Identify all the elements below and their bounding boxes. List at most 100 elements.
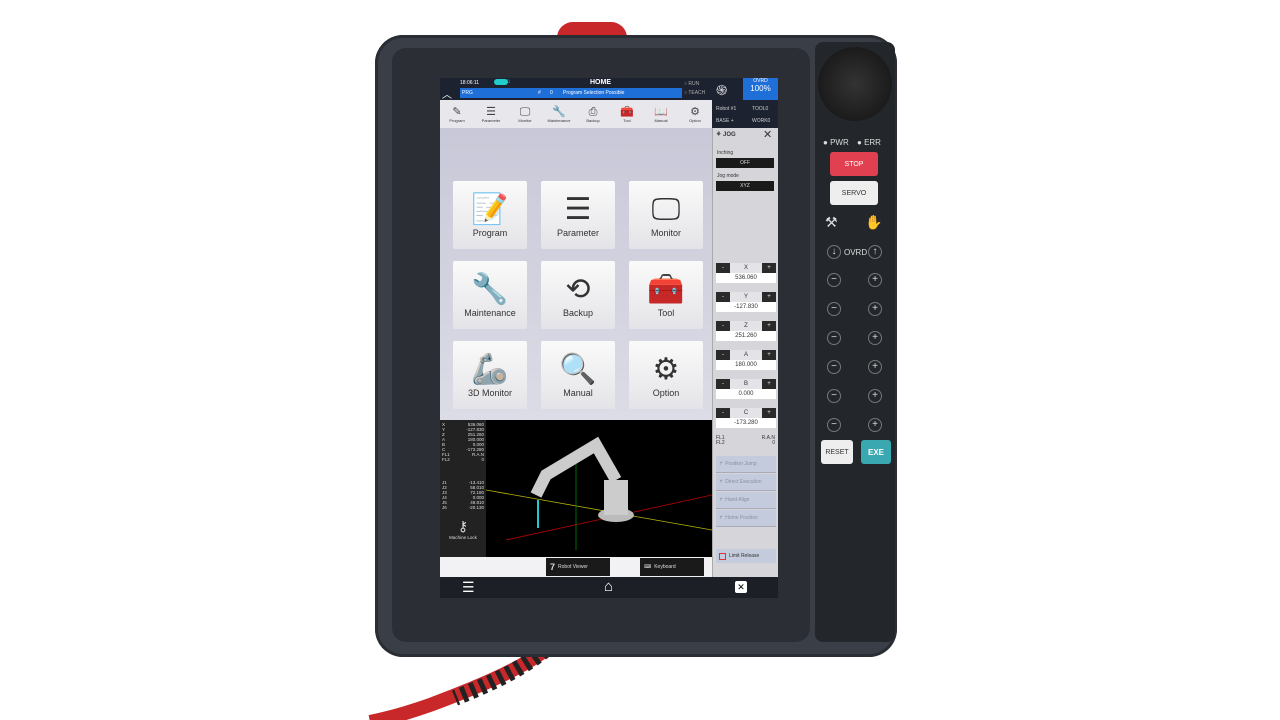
readout-name: J6	[442, 505, 447, 510]
minus-button[interactable]: -	[716, 350, 730, 360]
inching-select[interactable]: OFF	[716, 158, 774, 168]
limit-release-button[interactable]: Limit Release	[716, 549, 776, 563]
tile-backup[interactable]: ⟲ Backup	[541, 261, 615, 329]
position-jump-button[interactable]: ↱ Position Jump	[716, 456, 776, 473]
screen: ︿ 18:06:11 ⌂ HOME PRG # 0 Program Select…	[440, 78, 778, 598]
axis-plus-button[interactable]: +	[868, 302, 882, 316]
axis-name: B	[743, 381, 748, 387]
flag-values: R.A.N 0	[761, 435, 775, 446]
jog-mode-select[interactable]: XYZ	[716, 181, 774, 191]
axis-minus-button[interactable]: −	[827, 389, 841, 403]
toolbar-option[interactable]: ⚙ Option	[678, 100, 712, 128]
axis-minus-button[interactable]: −	[827, 302, 841, 316]
tile-label: 3D Monitor	[467, 388, 512, 398]
prg-label: PRG	[462, 90, 473, 96]
minus-button[interactable]: -	[716, 408, 730, 418]
key-icon[interactable]: ⚷	[442, 518, 484, 535]
teach-indicator: ○ TEACH	[684, 90, 706, 96]
axis-minus-button[interactable]: −	[827, 360, 841, 374]
axis-name: C	[743, 410, 749, 416]
axis-minus-button[interactable]: −	[827, 273, 841, 287]
plus-button[interactable]: +	[762, 408, 776, 418]
axis-c: - C + -173.280	[716, 408, 776, 428]
toolbar-maintenance[interactable]: 🔧 Maintenance	[542, 100, 576, 128]
tab-robot-viewer[interactable]: 7 Robot Viewer	[546, 558, 610, 576]
axis-z: - Z +251.260	[716, 321, 776, 341]
tool-select[interactable]: TOOL0	[752, 106, 768, 112]
collapse-icon[interactable]: ︿	[442, 86, 452, 101]
toolbar-manual[interactable]: 📖 Manual	[644, 100, 678, 128]
jog-action-icon: ↱	[719, 497, 724, 503]
jog-title: ⚘ JOG	[716, 132, 736, 138]
program-status-bar[interactable]: PRG # 0 Program Selection Possible	[460, 88, 682, 98]
toolbar-parameter[interactable]: ☰ Parameter	[474, 100, 508, 128]
tile-label: Parameter	[556, 228, 600, 238]
minus-button[interactable]: -	[716, 292, 730, 302]
machine-lock-label: Machine Lock	[449, 535, 477, 540]
jog-dial[interactable]	[818, 47, 892, 121]
axis-name: Y	[743, 294, 748, 300]
robot-3d-view[interactable]	[486, 420, 712, 557]
tile-maintenance[interactable]: 🔧 Maintenance	[453, 261, 527, 329]
robot-select[interactable]: Robot #1	[716, 106, 736, 112]
plus-button[interactable]: +	[762, 379, 776, 389]
axis-plus-button[interactable]: +	[868, 389, 882, 403]
plus-button[interactable]: +	[762, 321, 776, 331]
backspace-icon[interactable]: ✕	[735, 581, 747, 593]
hand-mode-icon[interactable]: ✋	[865, 214, 882, 231]
axis-minus-button[interactable]: −	[827, 418, 841, 432]
axis-minus-button[interactable]: −	[827, 331, 841, 345]
close-icon[interactable]: ✕	[763, 128, 772, 141]
exe-button[interactable]: EXE	[861, 440, 891, 464]
home-icon[interactable]: ⌂	[604, 578, 613, 595]
axis-header: - B +	[716, 379, 776, 389]
tile-monitor[interactable]: 🖵 Monitor	[629, 181, 703, 249]
minus-button[interactable]: -	[716, 263, 730, 273]
tile-3d-monitor[interactable]: 🦾 3D Monitor	[453, 341, 527, 409]
plus-button[interactable]: +	[762, 263, 776, 273]
hand-align-button[interactable]: ↱ Hand Align	[716, 492, 776, 509]
hash-label: #	[538, 90, 541, 96]
ovrd-up-button[interactable]: ↑	[868, 245, 882, 259]
minus-button[interactable]: -	[716, 321, 730, 331]
toolbar-monitor[interactable]: 🖵 Monitor	[508, 100, 542, 128]
tile-option[interactable]: ⚙ Option	[629, 341, 703, 409]
tile-tool[interactable]: 🧰 Tool	[629, 261, 703, 329]
readout-value: -20.130	[468, 505, 484, 510]
robot-mode-icon[interactable]: ⚒	[825, 214, 838, 231]
axis-plus-button[interactable]: +	[868, 331, 882, 345]
axis-value: -127.830	[716, 302, 776, 312]
home-position-button[interactable]: ↱ Home Position	[716, 510, 776, 527]
toolbar-backup[interactable]: ⎙ Backup	[576, 100, 610, 128]
tab-keyboard[interactable]: ⌨ Keyboard	[640, 558, 704, 576]
hardware-panel: ● PWR ● ERR STOP SERVO ⚒ ✋ ↓ OVRD ↑ RESE…	[815, 42, 895, 642]
inching-label: Inching	[717, 150, 734, 156]
work-select[interactable]: WORK0	[752, 118, 770, 124]
reset-button[interactable]: RESET	[821, 440, 853, 464]
tile-parameter[interactable]: ☰ Parameter	[541, 181, 615, 249]
axis-plus-button[interactable]: +	[868, 418, 882, 432]
servo-button[interactable]: SERVO	[830, 181, 878, 205]
axis-header: - X +	[716, 263, 776, 273]
program-icon: ✎	[452, 105, 462, 118]
err-indicator: ● ERR	[857, 138, 881, 147]
toolbar-program[interactable]: ✎ Program	[440, 100, 474, 128]
axis-y: - Y + -127.830	[716, 292, 776, 312]
axis-plus-button[interactable]: +	[868, 273, 882, 287]
ovrd-down-button[interactable]: ↓	[827, 245, 841, 259]
axis-plus-button[interactable]: +	[868, 360, 882, 374]
plus-button[interactable]: +	[762, 350, 776, 360]
override-display[interactable]: OVRD 100%	[743, 78, 778, 100]
tile-program[interactable]: 📝 Program	[453, 181, 527, 249]
stop-button[interactable]: STOP	[830, 152, 878, 176]
plus-button[interactable]: +	[762, 292, 776, 302]
menu-icon[interactable]: ☰	[462, 579, 475, 596]
status-bar: ︿ 18:06:11 ⌂ HOME PRG # 0 Program Select…	[440, 78, 712, 101]
wrench-icon: 🔧	[552, 105, 566, 118]
toolbar-tool[interactable]: 🧰 Tool	[610, 100, 644, 128]
minus-button[interactable]: -	[716, 379, 730, 389]
base-select[interactable]: BASE +	[716, 118, 734, 124]
tile-manual[interactable]: 🔍 Manual	[541, 341, 615, 409]
axis-value: 251.260	[716, 331, 776, 341]
direct-execution-button[interactable]: ↱ Direct Execution	[716, 474, 776, 491]
